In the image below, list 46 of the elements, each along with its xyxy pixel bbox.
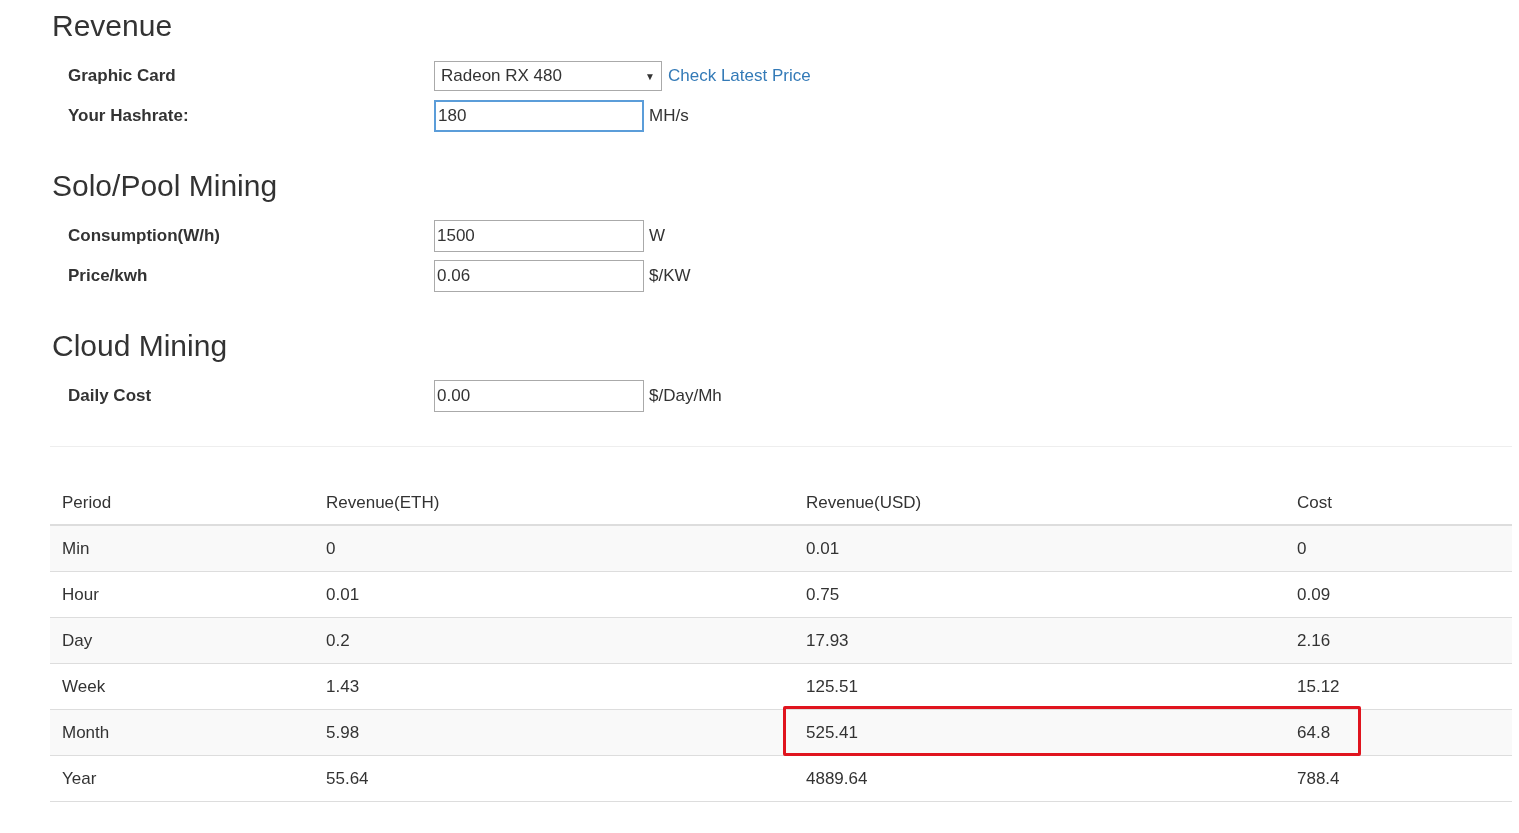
column-header: Revenue(USD): [806, 492, 922, 512]
table-cell: 1.43: [326, 676, 360, 696]
table-cell: 17.93: [806, 630, 849, 650]
table-cell: 125.51: [806, 676, 858, 696]
section-heading: Revenue: [52, 8, 174, 44]
table-cell: Day: [62, 630, 93, 650]
field-label: Graphic Card: [68, 65, 177, 88]
section-heading: Solo/Pool Mining: [52, 168, 279, 204]
input-field[interactable]: 180: [434, 100, 644, 132]
column-header: Revenue(ETH): [326, 492, 440, 512]
column-header: Cost: [1297, 492, 1332, 512]
table-cell: 55.64: [326, 768, 369, 788]
unit-label: W: [649, 225, 666, 248]
section-heading: Cloud Mining: [52, 328, 229, 364]
input-field[interactable]: 0.06: [434, 260, 644, 292]
field-label: Daily Cost: [68, 385, 153, 408]
field-label: Price/kwh: [68, 265, 149, 288]
check-price-link[interactable]: Check Latest Price: [668, 63, 811, 89]
table-cell: 0.2: [326, 630, 350, 650]
table-cell: Min: [62, 538, 90, 558]
table-cell: 788.4: [1297, 768, 1340, 788]
table-cell: 0.01: [326, 584, 360, 604]
table-cell: 0: [326, 538, 336, 558]
table-cell: 0: [1297, 538, 1307, 558]
unit-label: MH/s: [649, 105, 689, 128]
table-cell: 64.8: [1297, 722, 1331, 742]
input-field[interactable]: 1500: [434, 220, 644, 252]
table-cell: 4889.64: [806, 768, 868, 788]
table-cell: Month: [62, 722, 110, 742]
table-cell: 0.01: [806, 538, 840, 558]
unit-label: $/Day/Mh: [649, 385, 722, 408]
table-cell: 5.98: [326, 722, 360, 742]
unit-label: $/KW: [649, 265, 691, 288]
table-cell: 525.41: [806, 722, 858, 742]
column-header: Period: [62, 492, 112, 512]
graphic-card-select[interactable]: Radeon RX 480 ▼: [434, 61, 662, 91]
table-cell: Year: [62, 768, 97, 788]
table-cell: 0.75: [806, 584, 840, 604]
table-cell: 2.16: [1297, 630, 1331, 650]
table-cell: Week: [62, 676, 106, 696]
field-label: Your Hashrate:: [68, 105, 190, 128]
input-field[interactable]: 0.00: [434, 380, 644, 412]
table-cell: 15.12: [1297, 676, 1340, 696]
table-cell: 0.09: [1297, 584, 1331, 604]
table-cell: Hour: [62, 584, 99, 604]
field-label: Consumption(W/h): [68, 225, 221, 248]
